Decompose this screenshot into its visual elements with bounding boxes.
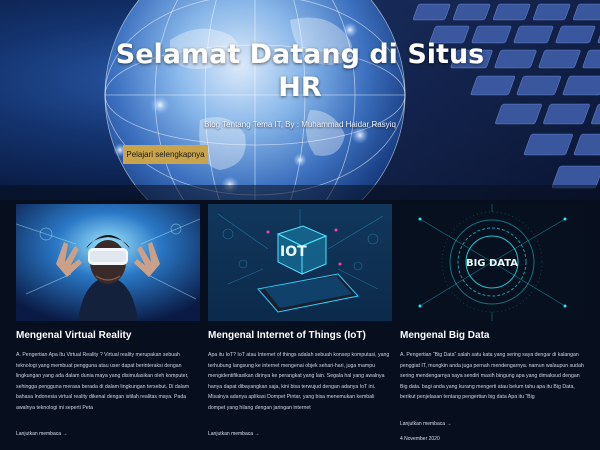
post-card: IOT Mengenal Internet of Things (IoT) Ap… (208, 200, 392, 450)
learn-more-button[interactable]: Pelajari selengkapnya (123, 145, 208, 164)
read-more-link[interactable]: Lanjutkan membaca → (208, 431, 259, 437)
post-title[interactable]: Mengenal Big Data (400, 330, 584, 341)
post-thumbnail-vr[interactable] (16, 204, 200, 321)
read-more-link[interactable]: Lanjutkan membaca → (16, 431, 67, 437)
post-thumbnail-iot[interactable]: IOT (208, 204, 392, 321)
post-thumbnail-bigdata[interactable]: BIG DATA (400, 204, 584, 321)
post-excerpt: A. Pengertian Apa Itu Virtual Reality ? … (16, 352, 190, 411)
post-excerpt: A. Pengertian “Big Data” salah satu kata… (400, 352, 584, 400)
iot-phone-image: IOT (208, 204, 392, 321)
hero-banner: Selamat Datang di Situs HR Blog Tentang … (0, 0, 600, 200)
post-list: Mengenal Virtual Reality A. Pengertian A… (0, 200, 600, 450)
hero-subtitle: Blog Tentang Tema IT, By : Muhammad Haid… (204, 120, 396, 129)
hero-title: Selamat Datang di Situs HR (115, 39, 485, 103)
post-title[interactable]: Mengenal Virtual Reality (16, 330, 200, 341)
iot-label: IOT (280, 244, 307, 260)
post-card: BIG DATA Mengenal Big Data A. Pengertian… (400, 200, 584, 450)
post-excerpt: Apa itu IoT? IoT atau Internet of things… (208, 352, 390, 411)
read-more-link[interactable]: Lanjutkan membaca → (400, 421, 451, 427)
big-data-label: BIG DATA (466, 258, 518, 269)
vr-headset-image (16, 204, 200, 321)
post-card: Mengenal Virtual Reality A. Pengertian A… (16, 200, 200, 450)
hero-content: Selamat Datang di Situs HR Blog Tentang … (0, 0, 600, 200)
big-data-image: BIG DATA (400, 204, 584, 321)
post-title[interactable]: Mengenal Internet of Things (IoT) (208, 330, 392, 341)
post-date: 4 November 2020 (400, 436, 440, 442)
